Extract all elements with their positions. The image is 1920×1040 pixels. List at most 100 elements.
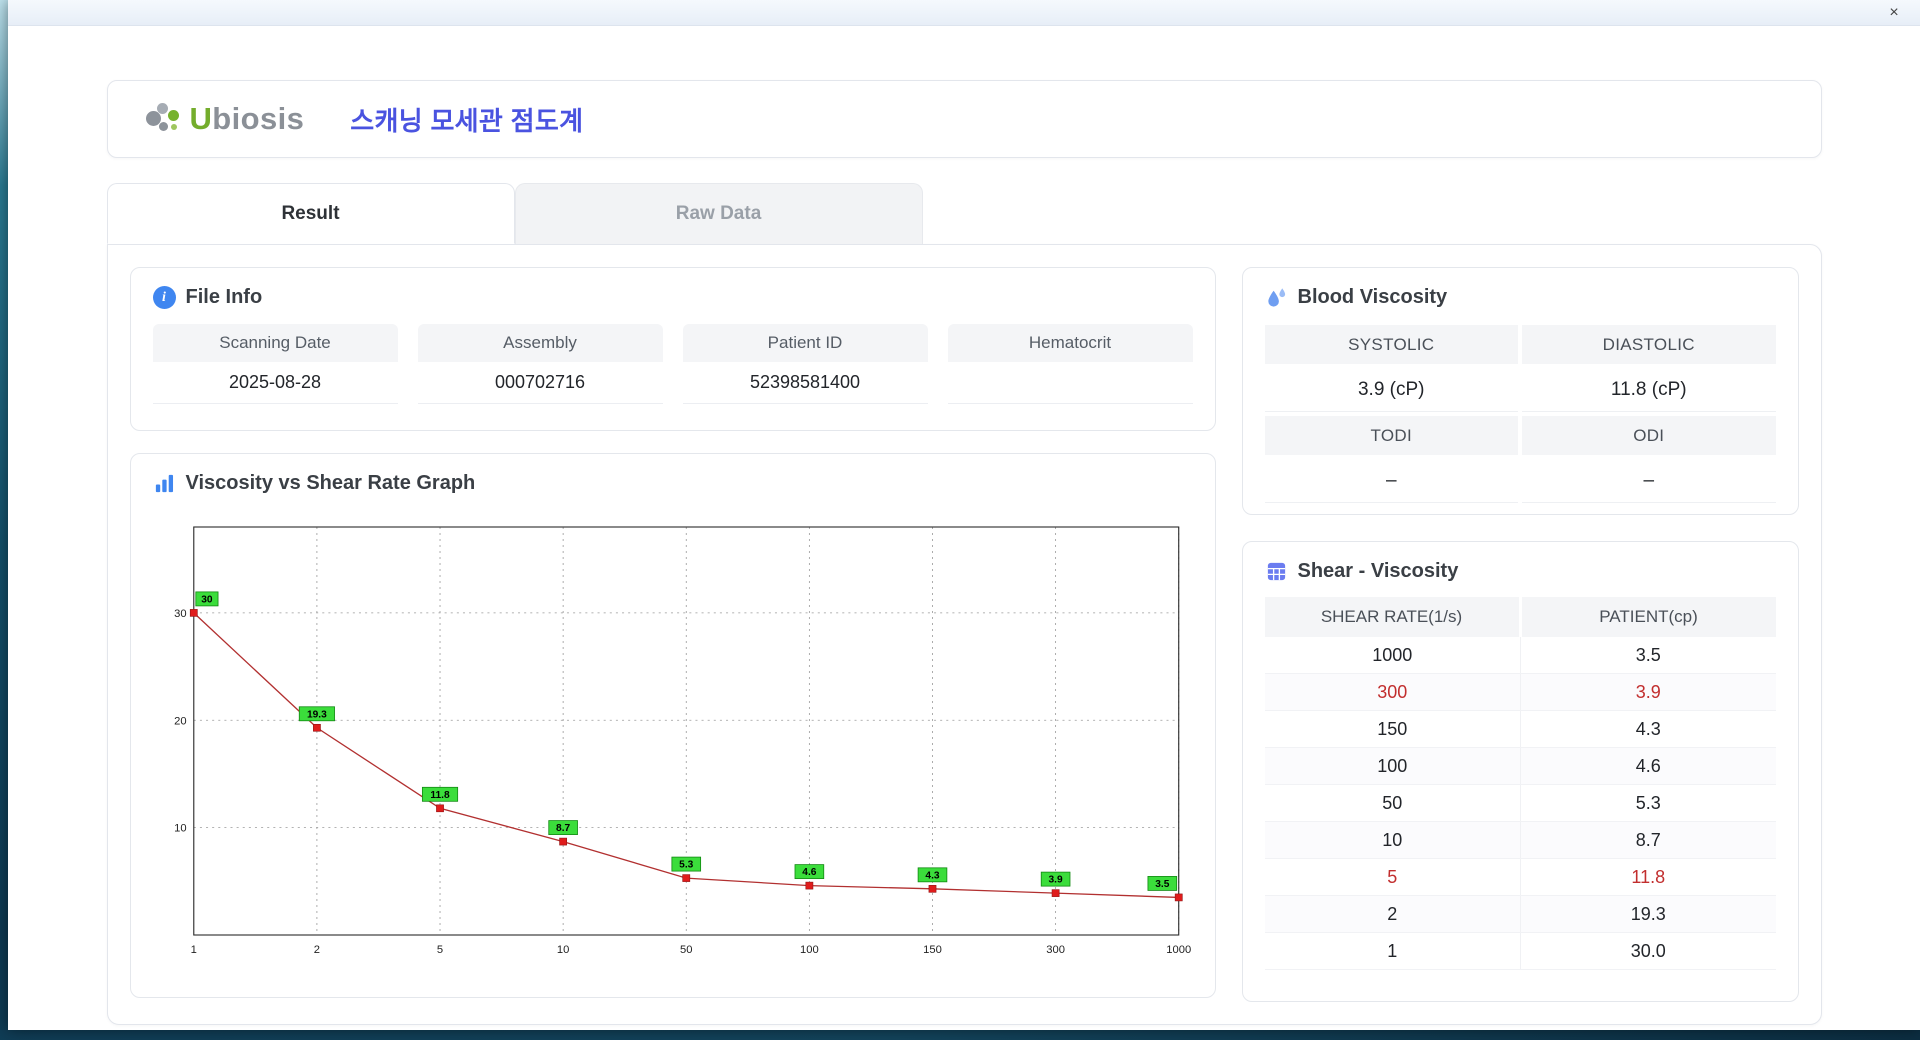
- shear-rate-cell: 150: [1377, 718, 1408, 739]
- patient-column-header: PATIENT(cp): [1521, 597, 1776, 637]
- patient-value-cell: 8.7: [1520, 822, 1776, 858]
- window-titlebar: ×: [8, 0, 1920, 26]
- shear-table-row: 1000 3.5: [1264, 637, 1776, 674]
- svg-text:11.8: 11.8: [430, 790, 450, 801]
- left-column: i File Info Scanning Date 2025-08-28 Ass…: [129, 267, 1216, 1002]
- shear-rate-cell: 50: [1382, 792, 1403, 813]
- graph-title-row: Viscosity vs Shear Rate Graph: [153, 472, 1193, 495]
- graph-card: Viscosity vs Shear Rate Graph 10 20 30 1 2 5 1…: [129, 453, 1216, 998]
- shear-table-header-row: SHEAR RATE(1/s) PATIENT(cp): [1264, 597, 1776, 637]
- svg-text:3.9: 3.9: [1048, 875, 1063, 886]
- shear-table-row: 150 4.3: [1264, 711, 1776, 748]
- svg-text:8.7: 8.7: [556, 823, 571, 834]
- patient-value-cell: 4.6: [1520, 748, 1776, 784]
- shear-table-row: 100 4.6: [1264, 748, 1776, 785]
- file-info-field: Assembly 000702716: [417, 324, 663, 404]
- svg-text:20: 20: [174, 715, 186, 727]
- patient-value-cell: 3.5: [1520, 637, 1776, 673]
- file-info-field: Scanning Date 2025-08-28: [152, 324, 398, 404]
- file-info-label: Scanning Date: [152, 324, 398, 362]
- shear-rate-cell: 10: [1382, 829, 1403, 850]
- file-info-label: Patient ID: [682, 324, 928, 362]
- graph-title: Viscosity vs Shear Rate Graph: [185, 472, 476, 494]
- header-card: Ubiosis 스캐닝 모세관 점도계: [106, 80, 1822, 158]
- blood-viscosity-card: Blood Viscosity SYSTOLIC DIASTOLIC 3.9 (cP…: [1241, 267, 1799, 515]
- file-info-value: 2025-08-28: [152, 362, 398, 404]
- patient-value-cell: 19.3: [1520, 896, 1776, 932]
- svg-text:300: 300: [1046, 944, 1065, 956]
- chart-wrapper: 10 20 30 1 2 5 10 50 100 150 300 1000 30 19.3 11.8 8.7 5…: [153, 509, 1193, 971]
- patient-value-cell: 4.3: [1520, 711, 1776, 747]
- file-info-value: 52398581400: [682, 362, 928, 404]
- blood-viscosity-value: 11.8 (cP): [1522, 368, 1776, 412]
- blood-viscosity-grid: SYSTOLIC DIASTOLIC 3.9 (cP) 11.8 (cP) TODI OD…: [1264, 325, 1776, 503]
- file-info-title: File Info: [185, 286, 263, 308]
- shear-rate-cell: 2: [1387, 903, 1398, 924]
- svg-text:4.6: 4.6: [802, 867, 817, 878]
- blood-viscosity-label: DIASTOLIC: [1522, 325, 1776, 364]
- shear-rate-cell: 100: [1377, 755, 1408, 776]
- content-area: Ubiosis 스캐닝 모세관 점도계 Result Raw Data i Fi…: [106, 26, 1822, 1025]
- blood-viscosity-label: ODI: [1522, 416, 1776, 455]
- close-icon[interactable]: ×: [1884, 3, 1904, 23]
- page-title: 스캐닝 모세관 점도계: [350, 105, 584, 136]
- blood-viscosity-label: TODI: [1264, 416, 1518, 455]
- blood-viscosity-label: SYSTOLIC: [1264, 325, 1518, 364]
- svg-text:5: 5: [436, 944, 442, 956]
- tab-result[interactable]: Result: [106, 183, 515, 244]
- svg-text:10: 10: [556, 944, 568, 956]
- patient-value-cell: 30.0: [1520, 933, 1776, 969]
- blood-viscosity-value: 3.9 (cP): [1264, 368, 1518, 412]
- blood-viscosity-value: –: [1522, 459, 1776, 503]
- info-icon: i: [152, 286, 176, 309]
- file-info-grid: Scanning Date 2025-08-28 Assembly 000702…: [152, 324, 1193, 404]
- table-grid-icon: [1267, 562, 1285, 581]
- svg-text:5.3: 5.3: [679, 860, 694, 871]
- viscosity-shear-rate-chart: 10 20 30 1 2 5 10 50 100 150 300 1000 30 19.3 11.8 8.7 5…: [174, 526, 1191, 956]
- file-info-card: i File Info Scanning Date 2025-08-28 Ass…: [129, 267, 1216, 431]
- svg-text:50: 50: [680, 944, 692, 956]
- svg-text:1000: 1000: [1166, 944, 1191, 956]
- svg-text:2: 2: [313, 944, 319, 956]
- shear-viscosity-table: SHEAR RATE(1/s) PATIENT(cp) 1000 3.5 300…: [1264, 597, 1776, 970]
- svg-text:3.5: 3.5: [1155, 879, 1170, 890]
- patient-value-cell: 5.3: [1520, 785, 1776, 821]
- shear-table-row: 300 3.9: [1264, 674, 1776, 711]
- shear-rate-cell: 5: [1387, 866, 1398, 887]
- svg-text:30: 30: [174, 608, 186, 620]
- svg-text:30: 30: [201, 594, 213, 605]
- app-window: × Ubiosis 스캐닝 모세관 점도계 Result Raw Data i …: [8, 0, 1920, 1030]
- blood-viscosity-title: Blood Viscosity: [1297, 286, 1448, 308]
- logo-dots-icon: [145, 101, 182, 137]
- bar-chart-icon: [155, 474, 173, 493]
- shear-rate-cell: 1: [1387, 940, 1398, 961]
- file-info-field: Hematocrit: [947, 324, 1193, 404]
- svg-text:19.3: 19.3: [306, 709, 326, 720]
- svg-text:4.3: 4.3: [925, 870, 940, 881]
- shear-table-body: 1000 3.5 300 3.9 150 4.3 100 4.6 50 5.3 …: [1264, 637, 1776, 970]
- logo-rest: biosis: [212, 101, 305, 136]
- svg-text:1: 1: [190, 944, 196, 956]
- right-column: Blood Viscosity SYSTOLIC DIASTOLIC 3.9 (cP…: [1241, 267, 1799, 1002]
- shear-rate-cell: 1000: [1372, 644, 1413, 665]
- file-info-label: Assembly: [417, 324, 663, 362]
- logo-text: Ubiosis: [190, 101, 305, 137]
- tab-bar: Result Raw Data: [106, 183, 1822, 244]
- blood-drop-icon: [1267, 288, 1285, 307]
- file-info-value: [947, 362, 1193, 404]
- svg-text:100: 100: [800, 944, 819, 956]
- svg-text:10: 10: [174, 823, 186, 835]
- file-info-title-row: i File Info: [152, 286, 1193, 309]
- shear-table-row: 10 8.7: [1264, 822, 1776, 859]
- ubiosis-logo: Ubiosis: [145, 101, 305, 137]
- blood-viscosity-title-row: Blood Viscosity: [1265, 286, 1776, 309]
- shear-table-row: 5 11.8: [1264, 859, 1776, 896]
- shear-viscosity-card: Shear - Viscosity SHEAR RATE(1/s) PATIEN…: [1241, 541, 1799, 1002]
- shear-viscosity-title-row: Shear - Viscosity: [1265, 560, 1776, 583]
- logo-accent: U: [189, 101, 213, 136]
- file-info-label: Hematocrit: [947, 324, 1193, 362]
- shear-viscosity-title: Shear - Viscosity: [1297, 560, 1459, 582]
- shear-table-row: 50 5.3: [1264, 785, 1776, 822]
- tab-raw-data[interactable]: Raw Data: [514, 183, 923, 244]
- shear-rate-cell: 300: [1377, 681, 1408, 702]
